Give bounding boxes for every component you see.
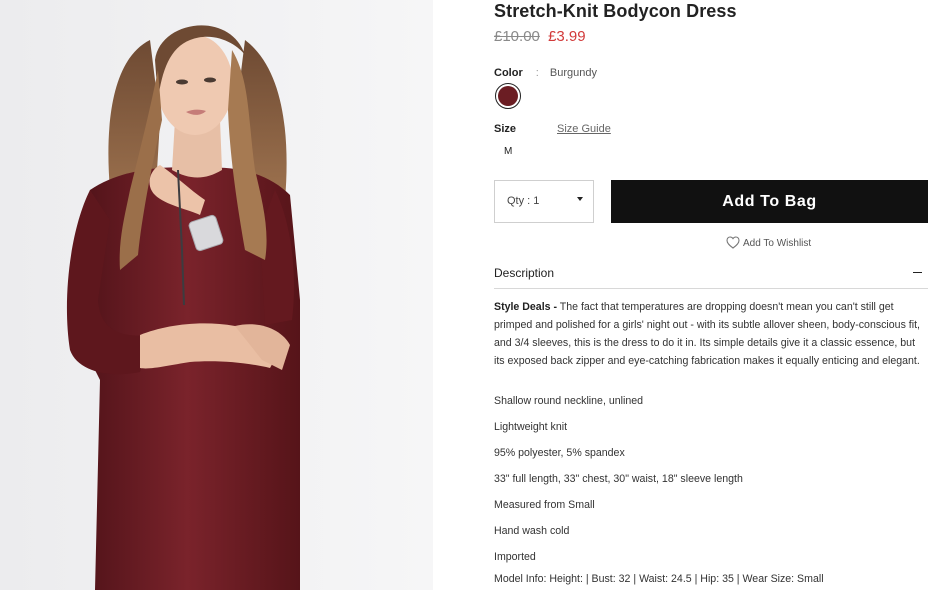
color-separator: : xyxy=(535,67,539,79)
swatch-fill xyxy=(498,86,518,106)
description-accordion-header[interactable]: Description xyxy=(494,259,928,289)
detail-item: 33" full length, 33" chest, 30" waist, 1… xyxy=(494,473,743,485)
add-to-wishlist-link[interactable]: Add To Wishlist xyxy=(726,236,811,249)
description-text: Style Deals - The fact that temperatures… xyxy=(494,298,924,370)
description-lead: Style Deals - xyxy=(494,301,558,313)
chevron-down-icon xyxy=(577,197,583,201)
color-value: Burgundy xyxy=(549,67,598,79)
detail-item: Hand wash cold xyxy=(494,525,570,537)
description-body: The fact that temperatures are dropping … xyxy=(494,301,920,367)
sale-price: £3.99 xyxy=(548,28,586,45)
size-option-m[interactable]: M xyxy=(504,146,512,157)
product-info-panel: Stretch-Knit Bodycon Dress £10.00 £3.99 … xyxy=(494,0,928,590)
detail-item: Measured from Small xyxy=(494,499,595,511)
product-image[interactable] xyxy=(0,0,433,590)
color-row: Color : Burgundy xyxy=(494,67,597,79)
wishlist-label: Add To Wishlist xyxy=(743,238,812,249)
color-label: Color xyxy=(494,67,523,79)
quantity-select[interactable]: Qty : 1 xyxy=(494,180,594,223)
product-title: Stretch-Knit Bodycon Dress xyxy=(494,1,737,21)
detail-item: Lightweight knit xyxy=(494,421,568,433)
detail-item: 95% polyester, 5% spandex xyxy=(494,447,625,459)
add-to-bag-button[interactable]: Add To Bag xyxy=(611,180,928,223)
size-guide-link[interactable]: Size Guide xyxy=(557,123,611,135)
description-title: Description xyxy=(494,266,555,280)
detail-item: Imported xyxy=(494,551,536,563)
collapse-icon[interactable] xyxy=(913,272,922,273)
size-label: Size xyxy=(494,123,517,135)
model-photo-illustration xyxy=(0,0,433,590)
quantity-value: Qty : 1 xyxy=(507,195,540,207)
original-price: £10.00 xyxy=(494,28,540,45)
heart-icon xyxy=(726,236,740,249)
color-swatch-burgundy[interactable] xyxy=(495,83,521,109)
size-row: Size Size Guide xyxy=(494,123,611,135)
price-row: £10.00 £3.99 xyxy=(494,28,586,45)
detail-item: Shallow round neckline, unlined xyxy=(494,395,644,407)
detail-item-model-info: Model Info: Height: | Bust: 32 | Waist: … xyxy=(494,573,824,585)
